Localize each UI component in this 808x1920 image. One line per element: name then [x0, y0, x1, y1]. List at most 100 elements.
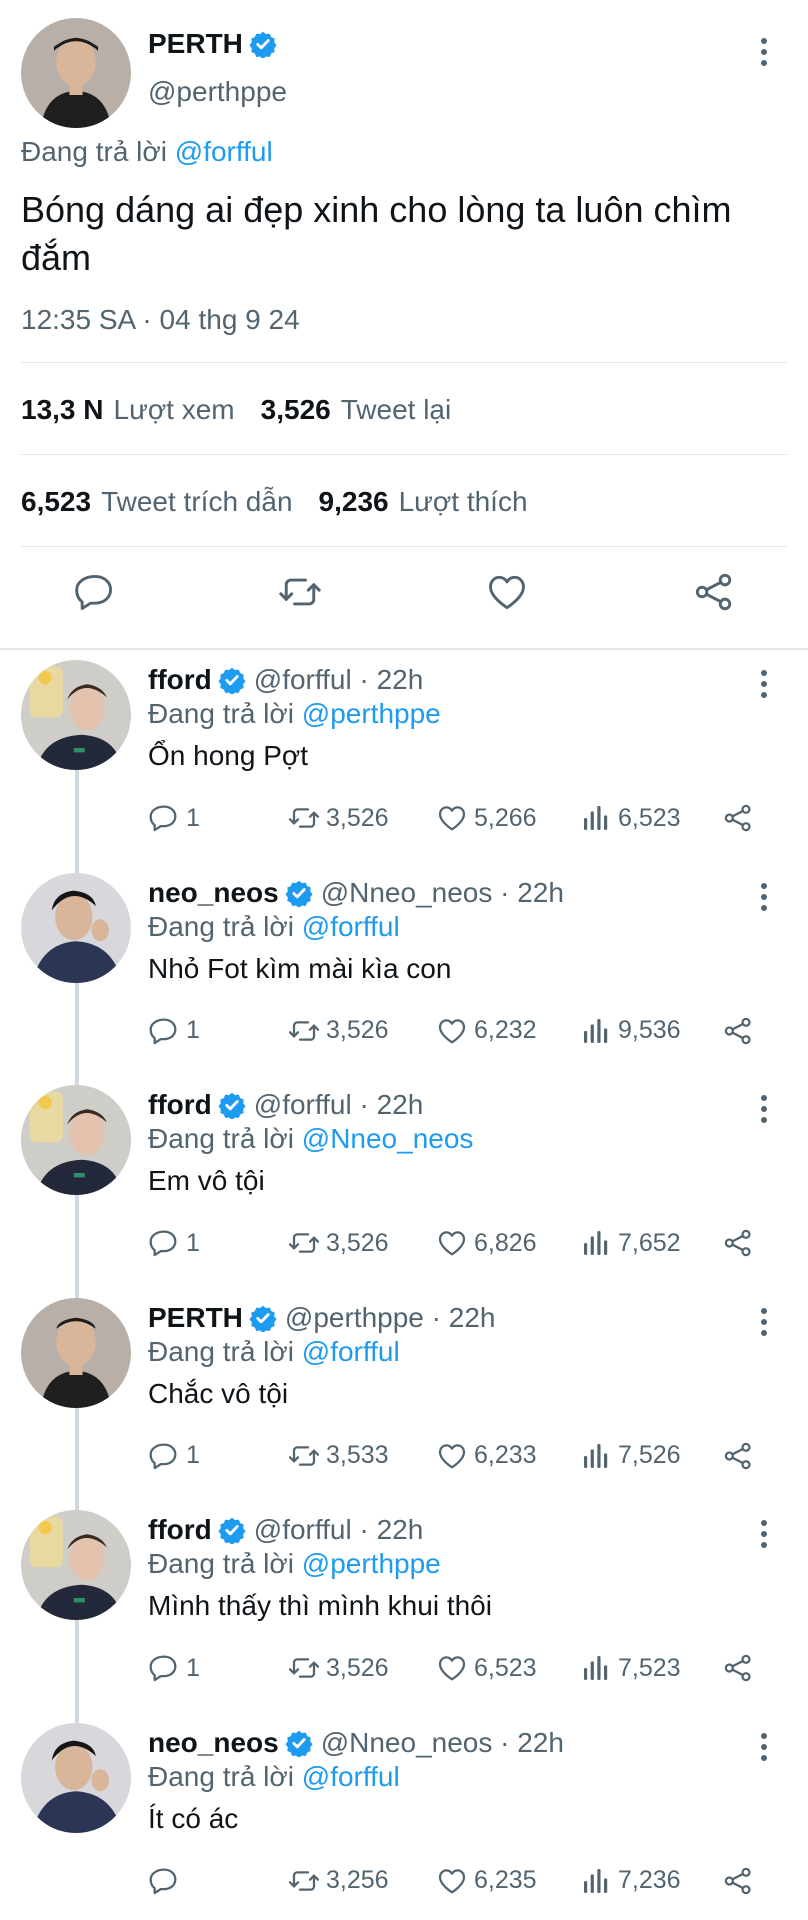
divider: [21, 454, 787, 455]
views-button[interactable]: 7,526: [580, 1438, 681, 1474]
more-options-icon[interactable]: [752, 1302, 776, 1342]
share-button[interactable]: [722, 1013, 754, 1049]
reply-tweet[interactable]: fford @forfful · 22h Đang trả lời @Nneo_ne…: [0, 1075, 808, 1287]
retweet-button[interactable]: 3,526: [288, 1650, 389, 1686]
replying-to-mention[interactable]: @forfful: [175, 136, 273, 167]
like-button[interactable]: 6,523: [436, 1650, 537, 1686]
views-count: 13,3 N: [21, 394, 104, 425]
like-icon[interactable]: [485, 570, 529, 614]
like-button[interactable]: 6,235: [436, 1863, 537, 1899]
share-button[interactable]: [722, 800, 754, 836]
reply-actions: 1 3,526 6,523 7,523: [148, 1650, 768, 1686]
replying-to-mention[interactable]: @Nneo_neos: [302, 1123, 474, 1154]
more-options-icon[interactable]: [752, 664, 776, 704]
like-icon: [436, 802, 468, 834]
retweet-button[interactable]: 3,526: [288, 1225, 389, 1261]
retweet-count: 3,526: [326, 1016, 389, 1044]
retweet-button[interactable]: 3,256: [288, 1863, 389, 1899]
avatar-perth[interactable]: [21, 18, 131, 128]
likes-label: Lượt thích: [398, 486, 528, 517]
reply-handle-time[interactable]: @forfful · 22h: [254, 1514, 424, 1546]
reply-header: PERTH @perthppe · 22h: [148, 1302, 495, 1334]
share-button[interactable]: [722, 1225, 754, 1261]
reply-tweet[interactable]: PERTH @perthppe · 22h Đang trả lời @forffu…: [0, 1288, 808, 1500]
reply-author-name[interactable]: neo_neos: [148, 877, 279, 909]
reply-tweet[interactable]: neo_neos @Nneo_neos · 22h Đang trả lời @fo…: [0, 1713, 808, 1920]
reply-button[interactable]: 1: [148, 800, 200, 836]
avatar[interactable]: [21, 660, 131, 770]
retweet-icon: [288, 802, 320, 834]
views-button[interactable]: 9,536: [580, 1013, 681, 1049]
like-button[interactable]: 6,232: [436, 1013, 537, 1049]
avatar[interactable]: [21, 1722, 131, 1833]
tweet-timestamp[interactable]: 12:35 SA · 04 thg 9 24: [21, 304, 300, 336]
verified-badge-icon: [285, 879, 313, 907]
reply-handle-time[interactable]: @perthppe · 22h: [285, 1302, 496, 1334]
more-options-icon[interactable]: [752, 877, 776, 917]
avatar[interactable]: [21, 1297, 131, 1408]
reply-tweet[interactable]: neo_neos @Nneo_neos · 22h Đang trả lời @fo…: [0, 863, 808, 1075]
replying-to-mention[interactable]: @perthppe: [302, 1548, 441, 1579]
retweet-button[interactable]: 3,526: [288, 800, 389, 836]
reply-author-name[interactable]: PERTH: [148, 1302, 243, 1334]
divider: [21, 546, 787, 547]
views-button[interactable]: 7,652: [580, 1225, 681, 1261]
views-icon: [580, 802, 612, 834]
views-button[interactable]: 7,236: [580, 1863, 681, 1899]
reply-author-name[interactable]: fford: [148, 1089, 212, 1121]
author-handle[interactable]: @perthppe: [148, 76, 287, 108]
comment-icon: [148, 802, 180, 834]
share-button[interactable]: [722, 1863, 754, 1899]
reply-button[interactable]: 1: [148, 1013, 200, 1049]
views-button[interactable]: 7,523: [580, 1650, 681, 1686]
views-stat[interactable]: 13,3 N Lượt xem: [21, 394, 235, 426]
reply-tweet[interactable]: fford @forfful · 22h Đang trả lời @perthpp…: [0, 650, 808, 862]
reply-handle-time[interactable]: @forfful · 22h: [254, 1089, 424, 1121]
like-button[interactable]: 6,826: [436, 1225, 537, 1261]
replying-to-mention[interactable]: @forfful: [302, 1761, 400, 1792]
reply-handle-time[interactable]: @forfful · 22h: [254, 664, 424, 696]
views-count: 7,652: [618, 1228, 681, 1257]
more-options-icon[interactable]: [752, 1089, 776, 1129]
avatar[interactable]: [21, 1085, 131, 1195]
replying-to-mention[interactable]: @perthppe: [302, 698, 441, 729]
more-options-icon[interactable]: [752, 1727, 776, 1767]
share-icon[interactable]: [692, 570, 736, 614]
comment-icon: [148, 1227, 180, 1259]
like-icon: [436, 1227, 468, 1259]
reply-button[interactable]: 1: [148, 1225, 200, 1261]
like-count: 6,235: [474, 1866, 537, 1894]
reply-tweet[interactable]: fford @forfful · 22h Đang trả lời @perthpp…: [0, 1500, 808, 1712]
replying-to-mention[interactable]: @forfful: [302, 1336, 400, 1367]
retweet-icon: [288, 1440, 320, 1472]
more-options-icon[interactable]: [752, 1514, 776, 1554]
replying-to: Đang trả lời @forfful: [21, 136, 273, 168]
retweets-stat[interactable]: 3,526 Tweet lại: [261, 394, 452, 426]
quotes-stat[interactable]: 6,523 Tweet trích dẫn: [21, 486, 293, 518]
share-button[interactable]: [722, 1438, 754, 1474]
author-name[interactable]: PERTH: [148, 28, 243, 60]
reply-button[interactable]: 1: [148, 1438, 200, 1474]
retweet-button[interactable]: 3,533: [288, 1438, 389, 1474]
retweet-icon[interactable]: [278, 570, 322, 614]
like-button[interactable]: 5,266: [436, 800, 537, 836]
likes-stat[interactable]: 9,236 Lượt thích: [319, 486, 528, 518]
reply-button[interactable]: 1: [148, 1650, 200, 1686]
reply-button[interactable]: [148, 1863, 186, 1899]
share-button[interactable]: [722, 1650, 754, 1686]
avatar[interactable]: [21, 872, 131, 983]
reply-author-name[interactable]: fford: [148, 1514, 212, 1546]
reply-icon[interactable]: [73, 570, 117, 614]
views-button[interactable]: 6,523: [580, 800, 681, 836]
reply-author-name[interactable]: neo_neos: [148, 1727, 279, 1759]
retweet-button[interactable]: 3,526: [288, 1013, 389, 1049]
comment-count: 1: [186, 803, 200, 832]
replying-to-mention[interactable]: @forfful: [302, 911, 400, 942]
avatar[interactable]: [21, 1510, 131, 1620]
like-button[interactable]: 6,233: [436, 1438, 537, 1474]
reply-handle-time[interactable]: @Nneo_neos · 22h: [321, 877, 564, 909]
reply-handle-time[interactable]: @Nneo_neos · 22h: [321, 1727, 564, 1759]
reply-author-name[interactable]: fford: [148, 664, 212, 696]
comment-icon: [148, 1015, 180, 1047]
more-options-icon[interactable]: [752, 32, 776, 72]
